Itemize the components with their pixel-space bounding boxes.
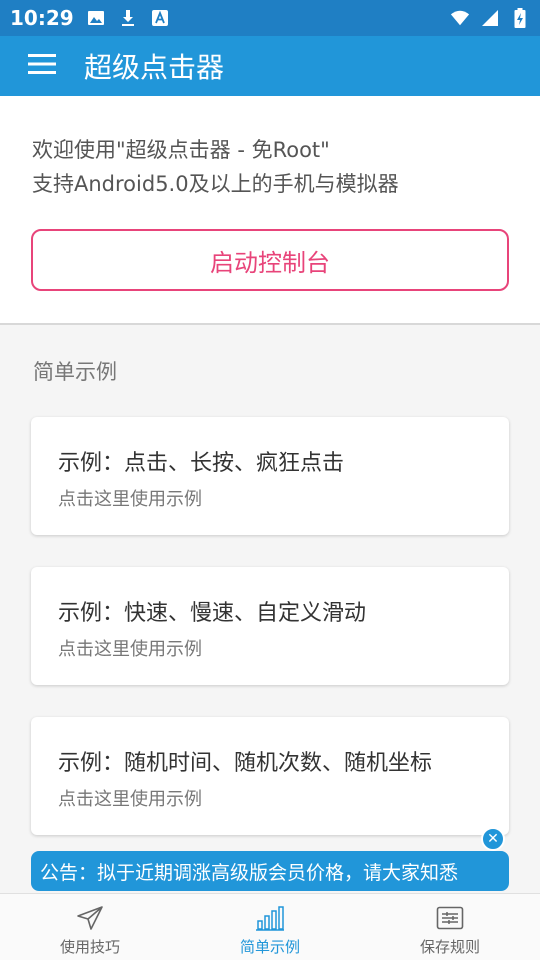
example-card-title: 示例：随机时间、随机次数、随机坐标 [58,751,433,776]
status-time: 10:29 [10,6,74,30]
example-card-random[interactable]: 示例：随机时间、随机次数、随机坐标 点击这里使用示例 [31,717,509,835]
example-card-title: 示例：快速、慢速、自定义滑动 [58,601,367,626]
image-icon [86,8,106,28]
signal-icon [480,8,500,28]
text-a-icon [150,8,170,28]
nav-label-saved-rules: 保存规则 [419,938,480,956]
notice-banner[interactable]: 公告：拟于近期调涨高级版会员价格，请大家知悉 [31,851,509,891]
nav-item-saved-rules[interactable]: 保存规则 [360,894,540,960]
close-icon: ✕ [487,831,499,847]
status-icons-right [450,8,530,28]
section-divider [0,323,540,325]
wifi-icon [450,8,470,28]
send-icon [75,904,105,932]
battery-charging-icon [510,8,530,28]
hamburger-menu-icon [28,53,56,79]
nav-label-examples: 简单示例 [239,938,300,956]
download-icon [118,8,138,28]
app-title: 超级点击器 [84,51,225,84]
welcome-section: 欢迎使用"超级点击器 - 免Root" 支持Android5.0及以上的手机与模… [0,96,540,324]
app-bar: 超级点击器 [0,36,540,96]
example-card-subtitle: 点击这里使用示例 [58,489,202,510]
example-card-subtitle: 点击这里使用示例 [58,639,202,660]
bottom-navigation: 使用技巧 简单示例 保存规则 [0,893,540,960]
nav-label-tips: 使用技巧 [59,938,120,956]
example-card-tap[interactable]: 示例：点击、长按、疯狂点击 点击这里使用示例 [31,417,509,535]
welcome-line-2: 支持Android5.0及以上的手机与模拟器 [32,172,399,196]
example-card-title: 示例：点击、长按、疯狂点击 [58,451,345,476]
example-card-subtitle: 点击这里使用示例 [58,789,202,810]
welcome-line-1: 欢迎使用"超级点击器 - 免Root" [32,138,330,162]
nav-item-tips[interactable]: 使用技巧 [0,894,180,960]
status-bar: 10:29 [0,0,540,36]
example-card-swipe[interactable]: 示例：快速、慢速、自定义滑动 点击这里使用示例 [31,567,509,685]
nav-item-examples[interactable]: 简单示例 [180,894,360,960]
notice-close-button[interactable]: ✕ [481,827,505,851]
sliders-icon [435,904,465,932]
notice-text: 公告：拟于近期调涨高级版会员价格，请大家知悉 [40,861,459,884]
examples-section-title: 简单示例 [33,360,117,384]
bar-chart-icon [255,904,285,932]
start-console-button[interactable]: 启动控制台 [31,229,509,291]
status-icons-left [86,8,170,28]
menu-button[interactable] [0,36,84,96]
